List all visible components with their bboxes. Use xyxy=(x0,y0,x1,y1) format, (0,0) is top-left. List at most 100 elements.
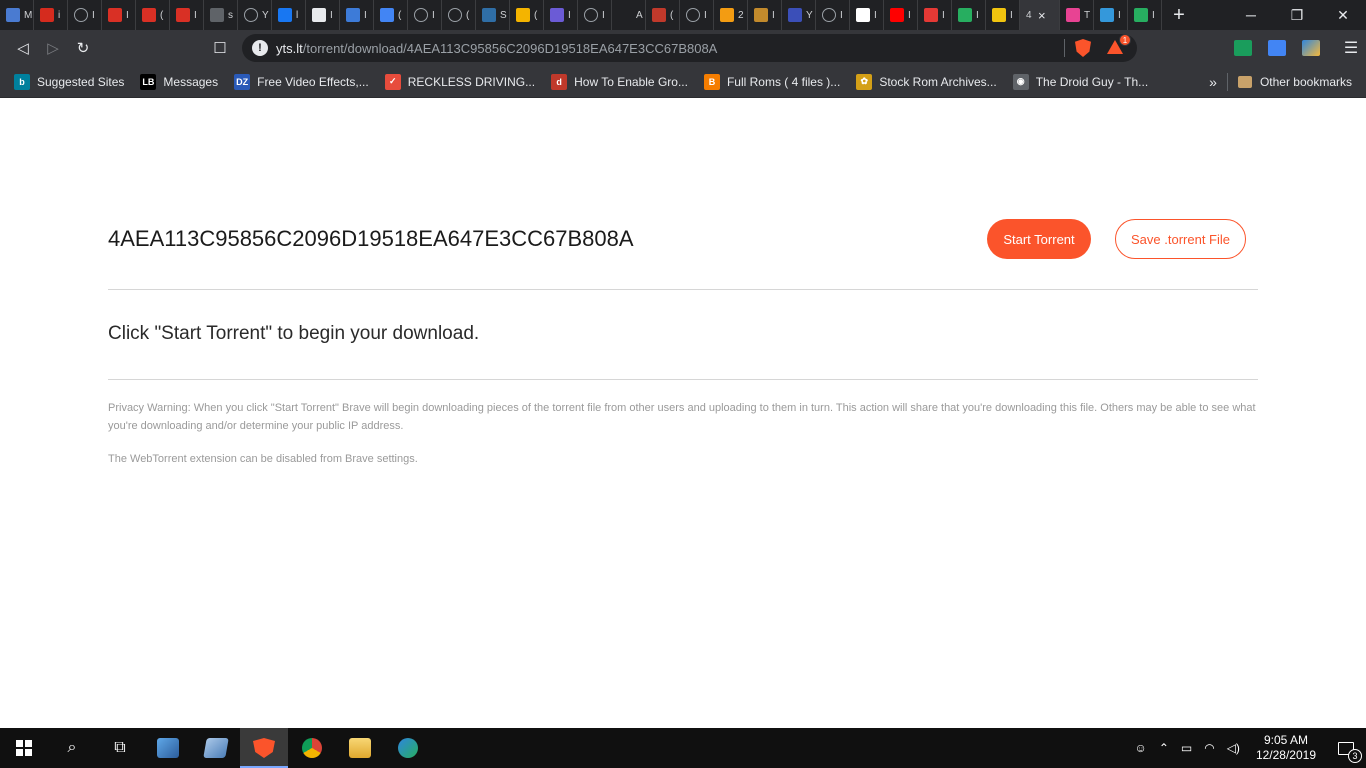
task-view-button[interactable]: ⧉ xyxy=(96,728,144,768)
wifi-icon[interactable]: ◠ xyxy=(1198,741,1220,755)
tab[interactable]: 2 xyxy=(714,0,748,30)
tab[interactable]: A xyxy=(612,0,646,30)
task-view-icon: ⧉ xyxy=(114,739,126,756)
translate-icon xyxy=(380,8,394,22)
bookmark-star-button[interactable]: ☐ xyxy=(205,33,235,63)
brave-rewards-icon[interactable]: 1 xyxy=(1107,34,1131,56)
file-explorer-icon xyxy=(349,738,371,758)
taskbar-app-chrome[interactable] xyxy=(288,728,336,768)
taskbar-app-explorer[interactable] xyxy=(336,728,384,768)
bookmark-item[interactable]: ✿ Stock Rom Archives... xyxy=(848,70,1004,94)
bookmark-favicon-icon: b xyxy=(14,73,30,90)
bookmark-label: How To Enable Gro... xyxy=(574,74,688,89)
tab[interactable]: I xyxy=(340,0,374,30)
mail-extension-icon[interactable] xyxy=(1234,40,1252,56)
tab[interactable]: I xyxy=(68,0,102,30)
tab-title: ( xyxy=(160,9,164,21)
site-info-icon[interactable]: ! xyxy=(252,40,268,56)
tab[interactable]: Y xyxy=(782,0,816,30)
forward-button[interactable]: ▷ xyxy=(38,33,68,63)
tab[interactable]: I xyxy=(102,0,136,30)
bookmarks-overflow-button[interactable]: » xyxy=(1199,74,1227,90)
url-text[interactable]: yts.lt/torrent/download/4AEA113C95856C20… xyxy=(276,41,717,56)
taskbar-app-notes[interactable] xyxy=(192,728,240,768)
tab-active[interactable]: 4 × xyxy=(1020,0,1060,30)
tab[interactable]: ( xyxy=(646,0,680,30)
back-button[interactable]: ◁ xyxy=(8,33,38,63)
globe-extension-icon[interactable] xyxy=(1302,40,1320,56)
tab[interactable]: I xyxy=(1094,0,1128,30)
bookmark-item[interactable]: DZ Free Video Effects,... xyxy=(226,70,377,94)
sigma-icon xyxy=(788,8,802,22)
tab[interactable]: I xyxy=(544,0,578,30)
tab[interactable]: T xyxy=(1060,0,1094,30)
start-torrent-button[interactable]: Start Torrent xyxy=(987,219,1091,259)
tab[interactable]: I xyxy=(918,0,952,30)
tab[interactable]: I xyxy=(408,0,442,30)
folder-icon xyxy=(1237,75,1252,88)
globe-icon xyxy=(244,8,258,22)
taskbar-app-globe[interactable] xyxy=(384,728,432,768)
tab[interactable]: ( xyxy=(442,0,476,30)
taskbar-app-brave[interactable] xyxy=(240,728,288,768)
action-center-button[interactable]: 3 xyxy=(1326,728,1366,768)
globe-icon xyxy=(448,8,462,22)
translate-extension-icon[interactable] xyxy=(1268,40,1286,56)
blank-icon xyxy=(618,8,632,22)
tab[interactable]: ( xyxy=(510,0,544,30)
tab[interactable]: I xyxy=(578,0,612,30)
bookmark-label: Full Roms ( 4 files )... xyxy=(726,74,841,89)
bookmark-item[interactable]: ✓ RECKLESS DRIVING... xyxy=(377,70,543,94)
address-bar[interactable]: ! yts.lt/torrent/download/4AEA113C95856C… xyxy=(242,34,1137,62)
tab[interactable]: I xyxy=(170,0,204,30)
new-tab-button[interactable]: + xyxy=(1162,0,1196,30)
tab[interactable]: I xyxy=(1128,0,1162,30)
divider xyxy=(108,289,1258,290)
tab[interactable]: I xyxy=(306,0,340,30)
taskbar-app-laptop[interactable] xyxy=(144,728,192,768)
tab-title: Y xyxy=(806,9,813,21)
volume-icon[interactable]: ◁) xyxy=(1221,741,1246,755)
tab[interactable]: I xyxy=(850,0,884,30)
tab[interactable]: i xyxy=(34,0,68,30)
bookmark-item[interactable]: LB Messages xyxy=(132,70,226,94)
tab[interactable]: I xyxy=(816,0,850,30)
bookmark-item[interactable]: ◉ The Droid Guy - Th... xyxy=(1005,70,1156,94)
people-icon[interactable]: ☺ xyxy=(1129,741,1153,755)
brave-shields-icon[interactable] xyxy=(1075,39,1091,57)
tab[interactable]: I xyxy=(884,0,918,30)
restore-button[interactable]: ❐ xyxy=(1274,0,1320,30)
bookmark-favicon-icon: ✓ xyxy=(384,73,401,90)
red-x-icon xyxy=(924,8,938,22)
save-torrent-file-button[interactable]: Save .torrent File xyxy=(1115,219,1246,259)
battery-icon[interactable]: ▭ xyxy=(1175,741,1198,755)
minimize-button[interactable]: ─ xyxy=(1228,0,1274,30)
bookmark-item[interactable]: b Suggested Sites xyxy=(6,70,132,94)
tab[interactable]: I xyxy=(748,0,782,30)
tab[interactable]: l xyxy=(272,0,306,30)
chevron-up-icon[interactable]: ⌃ xyxy=(1153,741,1175,755)
start-button[interactable] xyxy=(0,728,48,768)
tab[interactable]: I xyxy=(986,0,1020,30)
tab[interactable]: ( xyxy=(374,0,408,30)
tab[interactable]: S xyxy=(476,0,510,30)
tab-title: 4 xyxy=(1026,9,1032,21)
other-bookmarks-folder[interactable]: Other bookmarks xyxy=(1226,72,1366,91)
tab[interactable]: ( xyxy=(136,0,170,30)
clock[interactable]: 9:05 AM 12/28/2019 xyxy=(1246,733,1326,763)
menu-icon[interactable]: ☰ xyxy=(1336,33,1366,63)
bookmark-list: b Suggested Sites LB Messages DZ Free Video E… xyxy=(0,70,1156,94)
url-path: /torrent/download/4AEA113C95856C2096D195… xyxy=(302,40,718,56)
tab[interactable]: I xyxy=(680,0,714,30)
bookmark-favicon-icon: DZ xyxy=(234,73,251,90)
tab[interactable]: s xyxy=(204,0,238,30)
bookmark-item[interactable]: B Full Roms ( 4 files )... xyxy=(696,70,848,94)
reload-button[interactable]: ↻ xyxy=(68,33,98,63)
tab[interactable]: I xyxy=(952,0,986,30)
tab[interactable]: M xyxy=(0,0,34,30)
search-button[interactable]: ⌕ xyxy=(48,728,96,768)
bookmark-item[interactable]: d How To Enable Gro... xyxy=(543,70,696,94)
tab-close-icon[interactable]: × xyxy=(1038,8,1046,23)
tab[interactable]: Y xyxy=(238,0,272,30)
close-window-button[interactable]: ✕ xyxy=(1320,0,1366,30)
